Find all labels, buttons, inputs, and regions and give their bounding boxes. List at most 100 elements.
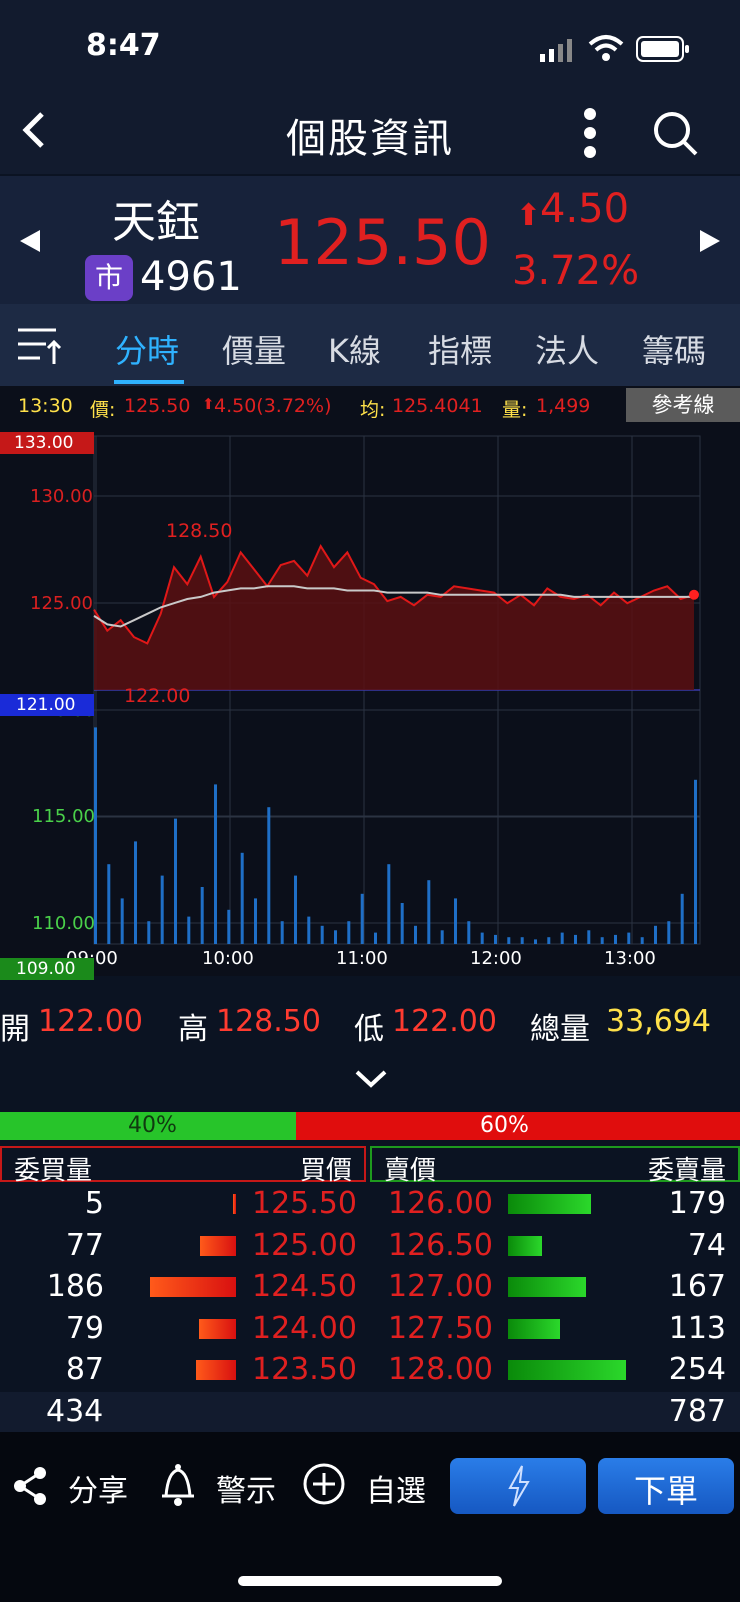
ask-price[interactable]: 128.00 <box>388 1352 493 1387</box>
tab-indicators[interactable]: 指標 <box>428 326 492 372</box>
ask-price[interactable]: 127.50 <box>388 1311 493 1346</box>
volume-bar <box>94 727 97 944</box>
ask-qty-header: 委賣量 <box>647 1156 726 1186</box>
order-book-row[interactable]: 186 124.50 127.00 167 <box>0 1267 740 1308</box>
ask-qty-bar <box>508 1318 560 1339</box>
add-watchlist-button[interactable]: 自選 <box>302 1458 432 1514</box>
bid-qty: 79 <box>65 1310 104 1346</box>
order-book-row[interactable]: 77 125.00 126.50 74 <box>0 1226 740 1267</box>
bid-price[interactable]: 125.50 <box>252 1186 357 1221</box>
info-vol: 1,499 <box>536 395 591 417</box>
plus-circle-icon <box>302 1462 346 1510</box>
alert-label: 警示 <box>216 1474 276 1509</box>
info-avg: 125.4041 <box>392 395 483 417</box>
volume-bar <box>374 932 377 944</box>
volume-bar <box>267 807 271 944</box>
volume-bar <box>494 934 497 944</box>
info-up-arrow-icon: ⬆ <box>202 395 215 413</box>
chevron-down-icon[interactable] <box>354 1068 388 1094</box>
volume-bar <box>614 934 617 944</box>
current-price: 125.50 <box>274 206 491 279</box>
volume-bar <box>547 937 551 944</box>
bid-price[interactable]: 123.50 <box>252 1352 357 1387</box>
ask-qty: 113 <box>668 1310 726 1346</box>
volume-bar <box>667 921 671 944</box>
ask-price[interactable]: 127.00 <box>388 1269 493 1304</box>
volume-bar <box>654 925 657 944</box>
next-stock-icon[interactable] <box>698 228 724 258</box>
axis-low-label: 109.00 <box>0 958 94 980</box>
volume-bar <box>574 934 577 944</box>
quick-order-button[interactable] <box>450 1458 586 1514</box>
time-tick-label: 12:00 <box>470 948 522 969</box>
volume-bar <box>174 818 177 944</box>
total-bid: 434 <box>46 1394 104 1429</box>
total-ask: 787 <box>668 1394 726 1429</box>
ask-qty-bar <box>508 1194 591 1214</box>
volume-bar <box>160 875 164 944</box>
active-tab-indicator <box>114 380 184 384</box>
reference-line-button[interactable]: 參考線 <box>626 388 740 422</box>
buy-ratio-label: 40% <box>128 1113 177 1138</box>
place-order-button[interactable]: 下單 <box>598 1458 734 1514</box>
tab-intraday[interactable]: 分時 <box>115 326 179 372</box>
ask-price[interactable]: 126.00 <box>388 1186 493 1221</box>
order-book-row[interactable]: 87 123.50 128.00 254 <box>0 1350 740 1391</box>
bid-qty-bar <box>233 1194 236 1214</box>
sort-menu-icon[interactable] <box>16 326 62 370</box>
ask-qty-bar <box>508 1235 542 1256</box>
volume-bar <box>147 921 151 944</box>
bid-qty-bar <box>150 1277 236 1297</box>
volume-bar <box>694 779 697 944</box>
tab-kline[interactable]: K線 <box>328 326 381 372</box>
volume-bar <box>587 930 591 944</box>
day-stats: 開 122.00 高 128.50 低 122.00 總量 33,694 <box>0 990 740 1070</box>
share-button[interactable]: 分享 <box>12 1458 142 1514</box>
tab-price-volume[interactable]: 價量 <box>222 326 286 372</box>
ask-qty: 167 <box>668 1269 726 1304</box>
ask-price[interactable]: 126.50 <box>388 1228 493 1263</box>
prev-stock-icon[interactable] <box>16 228 42 258</box>
volume-bar <box>320 925 324 944</box>
total-volume-value: 33,694 <box>606 1004 711 1039</box>
volume-bar <box>227 909 231 944</box>
share-icon <box>12 1466 48 1510</box>
bid-qty-bar <box>196 1360 236 1380</box>
lightning-icon <box>504 1464 532 1512</box>
bid-price[interactable]: 125.00 <box>252 1228 357 1263</box>
stock-name: 天鈺 <box>112 197 200 248</box>
volume-bar <box>387 864 391 944</box>
volume-bar <box>520 937 524 944</box>
bid-qty: 186 <box>46 1269 104 1304</box>
volume-bar <box>214 784 217 944</box>
time-tick-label: 10:00 <box>202 948 254 969</box>
chart-min-note: 122.00 <box>124 685 191 707</box>
volume-bar <box>507 937 511 944</box>
volume-bar <box>534 939 537 944</box>
bid-qty-bar <box>200 1235 236 1256</box>
open-value: 122.00 <box>38 1004 143 1039</box>
order-book-row[interactable]: 5 125.50 126.00 179 <box>0 1184 740 1225</box>
chart-info-line: 13:30 價: 125.50 ⬆ 4.50(3.72%) 均: 125.404… <box>0 386 740 426</box>
open-label: 開 <box>0 1012 30 1047</box>
signal-icon <box>540 38 574 66</box>
low-value: 122.00 <box>392 1004 497 1039</box>
price-area <box>94 546 694 690</box>
tab-institutional[interactable]: 法人 <box>535 326 599 372</box>
share-label: 分享 <box>68 1474 128 1509</box>
search-icon[interactable] <box>652 110 700 162</box>
sell-ratio-label: 60% <box>480 1113 529 1138</box>
bid-price[interactable]: 124.00 <box>252 1311 357 1346</box>
tab-chips[interactable]: 籌碼 <box>642 326 706 372</box>
bottom-action-bar: 分享 警示 自選 下單 <box>0 1432 740 1602</box>
alert-button[interactable]: 警示 <box>158 1458 288 1514</box>
order-book-row[interactable]: 79 124.00 127.50 113 <box>0 1309 740 1350</box>
battery-icon <box>636 36 692 66</box>
volume-bar <box>400 903 404 944</box>
price-change-pct: 3.72% <box>512 248 640 294</box>
bid-qty-bar <box>199 1318 236 1339</box>
more-icon[interactable] <box>578 108 602 162</box>
bid-price[interactable]: 124.50 <box>252 1269 357 1304</box>
volume-bar <box>600 937 604 944</box>
time-tick-label: 13:00 <box>604 948 656 969</box>
